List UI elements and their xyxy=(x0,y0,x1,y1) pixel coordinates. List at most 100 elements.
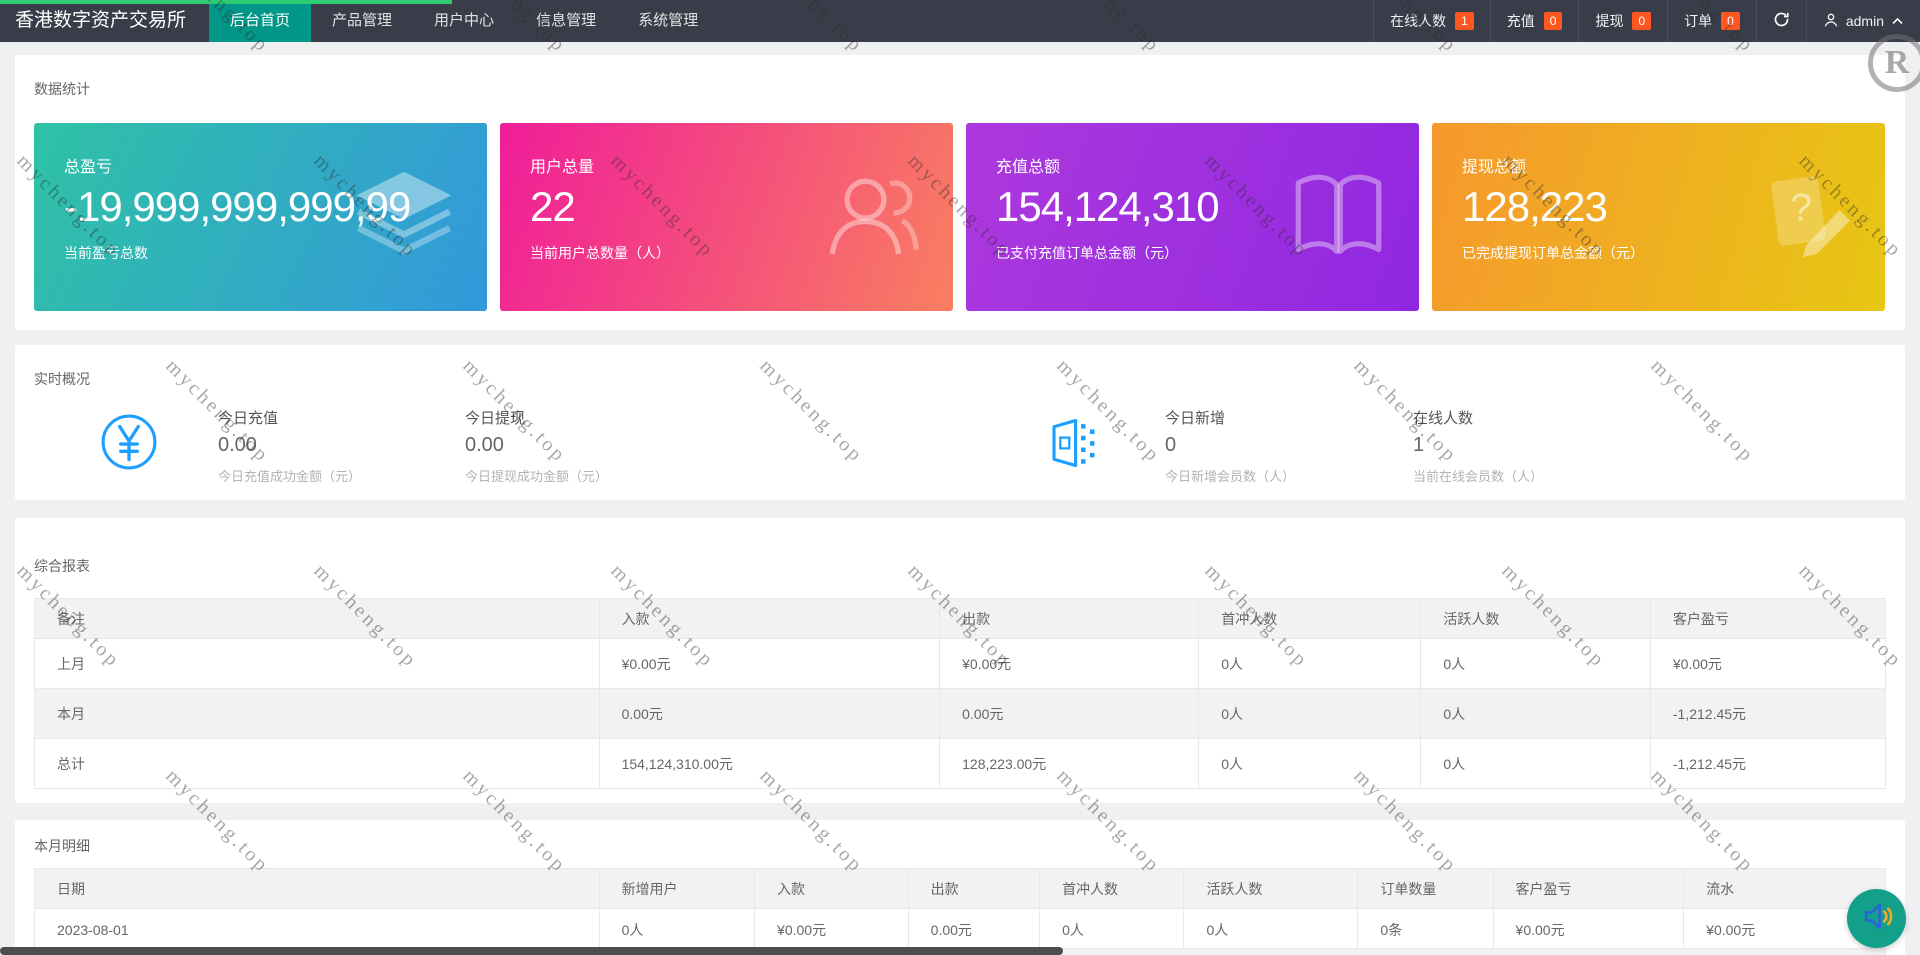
building-icon xyxy=(1045,415,1099,476)
chevron-up-icon xyxy=(1891,13,1904,29)
refresh-icon xyxy=(1773,11,1790,31)
column-header: 活跃人数 xyxy=(1183,868,1359,909)
cell: 0.00元 xyxy=(598,688,941,739)
stats-panel: 数据统计 总盈亏 -19,999,999,999,99 当前盈亏总数 用户总量 … xyxy=(15,55,1905,330)
column-header: 入款 xyxy=(754,868,909,909)
stat-desc: 今日新增会员数（人） xyxy=(1165,469,1296,484)
online-users-label: 在线人数 xyxy=(1390,13,1447,29)
user-name: admin xyxy=(1845,13,1884,29)
card-total-withdraw: 提现总额 128,223 已完成提现订单总金额（元） ? xyxy=(1432,123,1885,311)
page: 香港数字资产交易所 后台首页 产品管理 用户中心 信息管理 系统管理 在线人数 … xyxy=(0,0,1920,955)
cell: 0.00元 xyxy=(907,908,1041,952)
recharge-label: 充值 xyxy=(1506,13,1535,29)
today-new-users-stat: 今日新增 0 今日新增会员数（人） xyxy=(1165,407,1295,485)
report-header-row: 备注 入款 出款 首冲人数 活跃人数 客户盈亏 xyxy=(34,598,1887,639)
cell: 本月 xyxy=(34,688,600,739)
cell: 2023-08-01 xyxy=(34,908,600,952)
main-menu: 后台首页 产品管理 用户中心 信息管理 系统管理 xyxy=(209,0,719,42)
brand-title: 香港数字资产交易所 xyxy=(15,10,187,31)
realtime-panel-title: 实时概况 xyxy=(34,371,90,387)
svg-text:?: ? xyxy=(1791,187,1812,230)
column-header: 订单数量 xyxy=(1357,868,1494,909)
withdraw-badge: 0 xyxy=(1632,12,1652,30)
card-total-users: 用户总量 22 当前用户总数量（人） xyxy=(500,123,953,311)
menu-item-user-center[interactable]: 用户中心 xyxy=(413,0,515,42)
column-header: 出款 xyxy=(907,868,1041,909)
top-navbar: 香港数字资产交易所 后台首页 产品管理 用户中心 信息管理 系统管理 在线人数 … xyxy=(0,0,1920,42)
loading-progress-bar xyxy=(0,0,452,4)
cell: ¥0.00元 xyxy=(754,908,909,952)
cell: 0人 xyxy=(1198,638,1422,689)
cell: 0人 xyxy=(1039,908,1185,952)
column-header: 首冲人数 xyxy=(1198,598,1422,639)
stat-value: 1 xyxy=(1413,434,1425,456)
column-header: 首冲人数 xyxy=(1039,868,1185,909)
person-icon xyxy=(1823,12,1839,31)
report-table: 备注 入款 出款 首冲人数 活跃人数 客户盈亏 上月 ¥0.00元 ¥0.00元… xyxy=(34,598,1887,789)
cell: ¥0.00元 xyxy=(1649,638,1887,689)
column-header: 备注 xyxy=(34,598,600,639)
yen-circle-icon xyxy=(100,413,158,476)
column-header: 客户盈亏 xyxy=(1649,598,1887,639)
cell: 上月 xyxy=(34,638,600,689)
horizontal-scrollbar-thumb[interactable] xyxy=(0,947,1063,955)
cell: ¥0.00元 xyxy=(939,638,1200,689)
cell: -1,212.45元 xyxy=(1649,688,1887,739)
detail-table: 日期 新增用户 入款 出款 首冲人数 活跃人数 订单数量 客户盈亏 流水 202… xyxy=(34,868,1886,952)
cell: ¥0.00元 xyxy=(1492,908,1685,952)
cell: 总计 xyxy=(34,738,600,789)
stat-value: 0.00 xyxy=(465,434,504,456)
menu-item-dashboard[interactable]: 后台首页 xyxy=(209,0,312,42)
stat-label: 今日充值 xyxy=(218,410,279,427)
report-row-total: 总计 154,124,310.00元 128,223.00元 0人 0人 -1,… xyxy=(34,738,1887,789)
orders-item[interactable]: 订单 0 xyxy=(1667,0,1756,42)
online-users-item[interactable]: 在线人数 1 xyxy=(1373,0,1490,42)
menu-item-system[interactable]: 系统管理 xyxy=(617,0,719,42)
column-header: 活跃人数 xyxy=(1420,598,1651,639)
stat-value: 0.00 xyxy=(218,434,257,456)
stat-label: 今日提现 xyxy=(465,410,526,427)
menu-item-information[interactable]: 信息管理 xyxy=(515,0,617,42)
column-header: 入款 xyxy=(598,598,941,639)
recharge-item[interactable]: 充值 0 xyxy=(1489,0,1579,42)
speaker-icon xyxy=(1859,898,1895,939)
cell: 0人 xyxy=(1420,738,1651,789)
document-edit-icon: ? xyxy=(1752,165,1857,270)
detail-panel-title: 本月明细 xyxy=(34,838,90,854)
cell: 0条 xyxy=(1357,908,1494,952)
stat-value: 0 xyxy=(1165,434,1177,456)
report-panel-title: 综合报表 xyxy=(34,558,90,574)
menu-item-products[interactable]: 产品管理 xyxy=(311,0,413,42)
stats-panel-title: 数据统计 xyxy=(34,81,90,97)
stat-label: 在线人数 xyxy=(1413,410,1474,427)
card-total-recharge: 充值总额 154,124,310 已支付充值订单总金额（元） xyxy=(966,123,1419,311)
column-header: 新增用户 xyxy=(598,868,756,909)
today-recharge-stat: 今日充值 0.00 今日充值成功金额（元） xyxy=(218,407,361,485)
layers-icon xyxy=(349,165,459,270)
cell: 0人 xyxy=(1420,638,1651,689)
report-panel: 综合报表 备注 入款 出款 首冲人数 活跃人数 客户盈亏 上月 ¥0.00元 ¥… xyxy=(15,518,1905,803)
today-withdraw-stat: 今日提现 0.00 今日提现成功金额（元） xyxy=(465,407,608,485)
card-total-pnl: 总盈亏 -19,999,999,999,99 当前盈亏总数 xyxy=(34,123,487,311)
open-book-icon xyxy=(1286,167,1391,267)
refresh-button[interactable] xyxy=(1755,0,1806,42)
orders-label: 订单 xyxy=(1684,13,1713,29)
cell: 0人 xyxy=(1198,688,1422,739)
stat-label: 今日新增 xyxy=(1165,410,1226,427)
stat-cards: 总盈亏 -19,999,999,999,99 当前盈亏总数 用户总量 22 当前… xyxy=(15,123,1905,311)
cell: -1,212.45元 xyxy=(1649,738,1887,789)
users-icon xyxy=(820,165,925,270)
cell: ¥0.00元 xyxy=(598,638,941,689)
detail-row: 2023-08-01 0人 ¥0.00元 0.00元 0人 0人 0条 ¥0.0… xyxy=(34,908,1886,952)
navbar-right: 在线人数 1 充值 0 提现 0 订单 0 admin xyxy=(1373,0,1920,42)
withdraw-label: 提现 xyxy=(1595,13,1624,29)
cell: 128,223.00元 xyxy=(939,738,1200,789)
stat-desc: 今日充值成功金额（元） xyxy=(218,469,362,484)
cell: 0人 xyxy=(598,908,756,952)
floating-audio-button[interactable] xyxy=(1847,889,1906,948)
detail-panel: 本月明细 日期 新增用户 入款 出款 首冲人数 活跃人数 订单数量 客户盈亏 流… xyxy=(15,820,1905,955)
withdraw-item[interactable]: 提现 0 xyxy=(1578,0,1667,42)
realtime-panel: 实时概况 今日充值 0.00 今日充值成功金额（元） 今日提现 0.00 今日提… xyxy=(15,345,1905,500)
column-header: 出款 xyxy=(939,598,1200,639)
report-row-last-month: 上月 ¥0.00元 ¥0.00元 0人 0人 ¥0.00元 xyxy=(34,638,1887,689)
